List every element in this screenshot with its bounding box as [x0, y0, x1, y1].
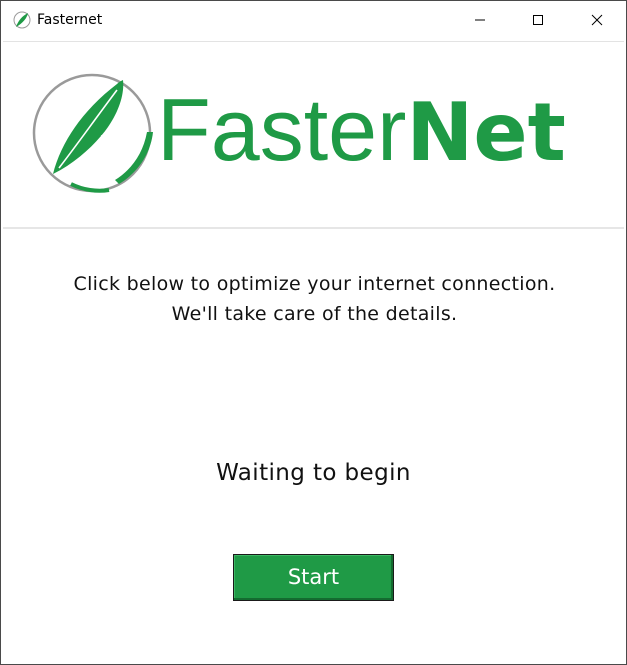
maximize-button[interactable] — [509, 1, 567, 39]
close-button[interactable] — [568, 1, 626, 39]
logo-text-light: Faster — [157, 80, 407, 179]
close-icon — [591, 14, 603, 26]
minimize-button[interactable] — [451, 1, 509, 39]
instruction-line-1: Click below to optimize your internet co… — [73, 273, 556, 295]
status-label: Waiting to begin — [216, 460, 411, 486]
brand-logo-text: FasterNet — [157, 80, 566, 180]
app-window: Fasternet FasterNet Click below to optim… — [0, 0, 627, 665]
minimize-icon — [474, 14, 486, 26]
logo-text-bold: Net — [406, 86, 566, 179]
title-bar[interactable]: Fasternet — [1, 1, 626, 39]
instructions-text: Click below to optimize your internet co… — [1, 269, 626, 329]
start-button[interactable]: Start — [233, 554, 394, 601]
app-feather-icon — [13, 11, 31, 29]
feather-icon — [31, 72, 153, 194]
instruction-line-2: We'll take care of the details. — [171, 303, 458, 325]
logo-header: FasterNet — [3, 41, 624, 229]
window-title: Fasternet — [37, 12, 103, 28]
maximize-icon — [532, 14, 544, 26]
